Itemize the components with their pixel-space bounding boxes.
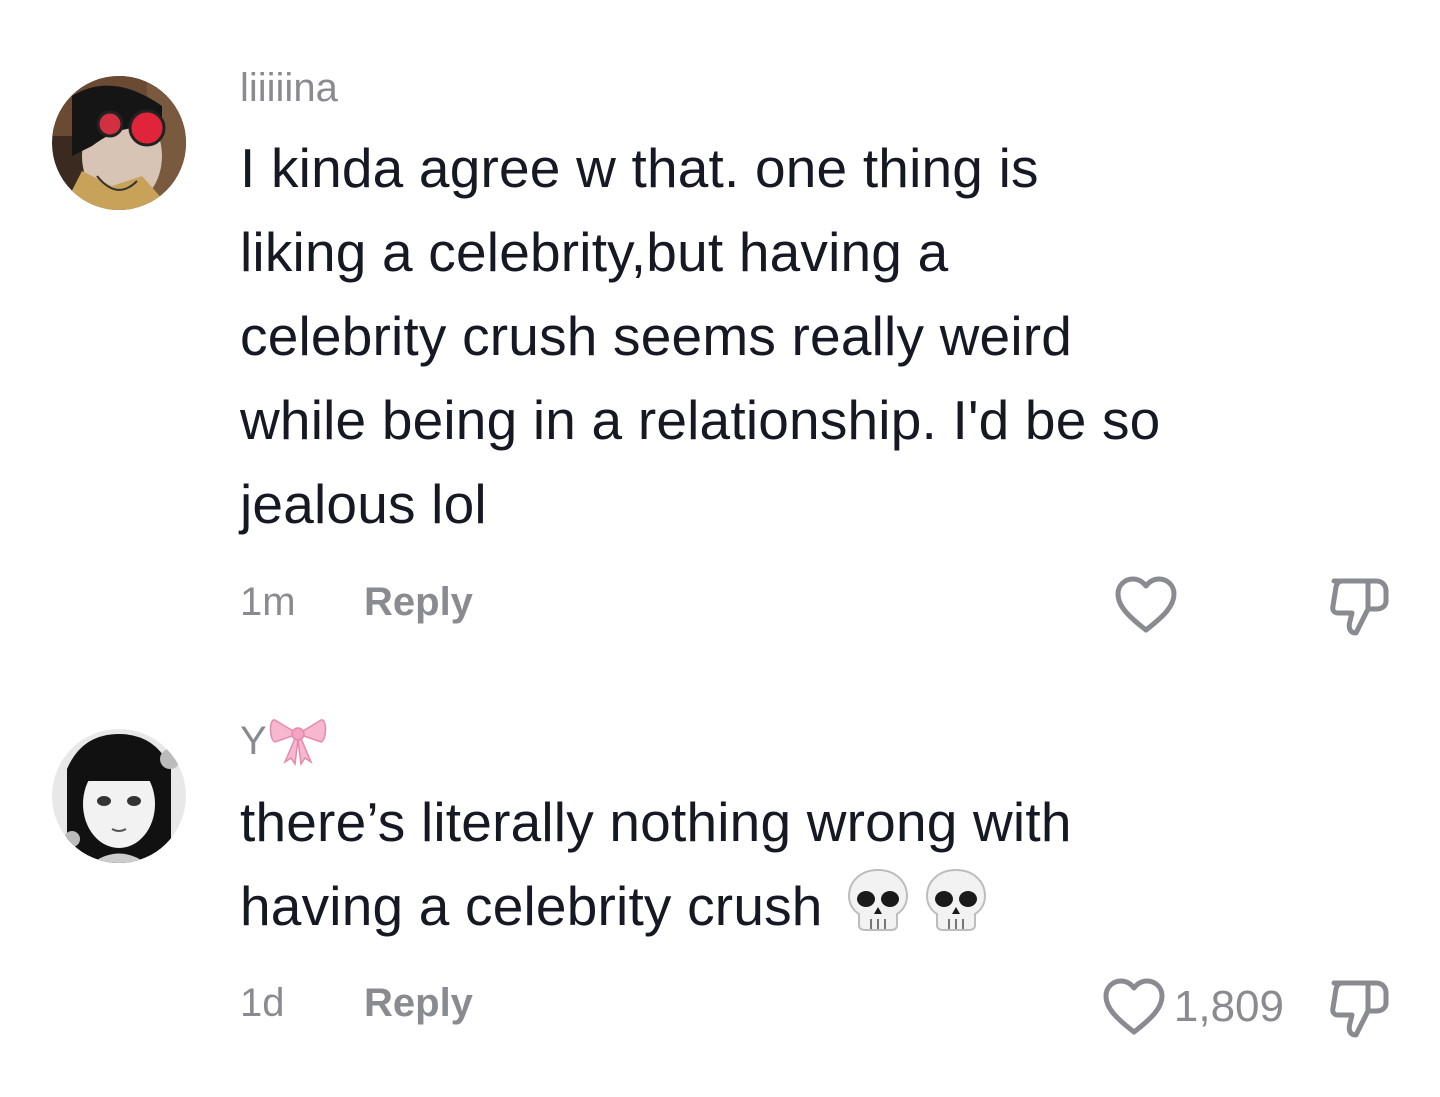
avatar[interactable] xyxy=(52,76,186,210)
comment-text-line: having a celebrity crush xyxy=(240,875,823,937)
username-text: Y xyxy=(240,719,267,763)
comment-text: I kinda agree w that. one thing is likin… xyxy=(240,126,1400,546)
username[interactable]: liiiiina xyxy=(240,64,338,112)
like-button[interactable] xyxy=(1114,576,1178,634)
comment-text-line: liking a celebrity,but having a xyxy=(240,221,949,283)
comment-actions xyxy=(1114,570,1390,640)
like-button[interactable]: 1,809 xyxy=(1102,978,1284,1036)
comment-time: 1m xyxy=(240,580,296,624)
reply-button[interactable]: Reply xyxy=(364,577,473,627)
comment-text-line: while being in a relationship. I'd be so xyxy=(240,389,1161,451)
avatar-image xyxy=(52,729,186,863)
comment-meta: 1d Reply xyxy=(240,978,473,1028)
heart-outline-icon[interactable] xyxy=(1114,576,1178,634)
avatar[interactable] xyxy=(52,729,186,863)
comment-meta: 1m Reply xyxy=(240,577,473,627)
heart-outline-icon[interactable] xyxy=(1102,978,1166,1036)
comment-text-line: jealous lol xyxy=(240,473,487,535)
thumbs-down-icon[interactable] xyxy=(1328,573,1390,637)
comment-text-line-with-emoji: having a celebrity crush xyxy=(240,864,1400,956)
like-count: 1,809 xyxy=(1173,982,1284,1031)
reply-button[interactable]: Reply xyxy=(364,978,473,1028)
comment-text: there’s literally nothing wrong with hav… xyxy=(240,780,1400,956)
comment-actions: 1,809 xyxy=(1102,972,1390,1042)
skull-icon xyxy=(923,867,989,956)
pink-ribbon-bow-icon xyxy=(269,716,327,777)
username[interactable]: Y xyxy=(240,716,327,777)
comment-text-line: I kinda agree w that. one thing is xyxy=(240,137,1039,199)
comment-text-line: there’s literally nothing wrong with xyxy=(240,791,1072,853)
comment-time: 1d xyxy=(240,981,285,1025)
comment-text-line: celebrity crush seems really weird xyxy=(240,305,1073,367)
skull-icon xyxy=(845,867,911,956)
avatar-image xyxy=(52,76,186,210)
thumbs-down-icon[interactable] xyxy=(1328,975,1390,1039)
